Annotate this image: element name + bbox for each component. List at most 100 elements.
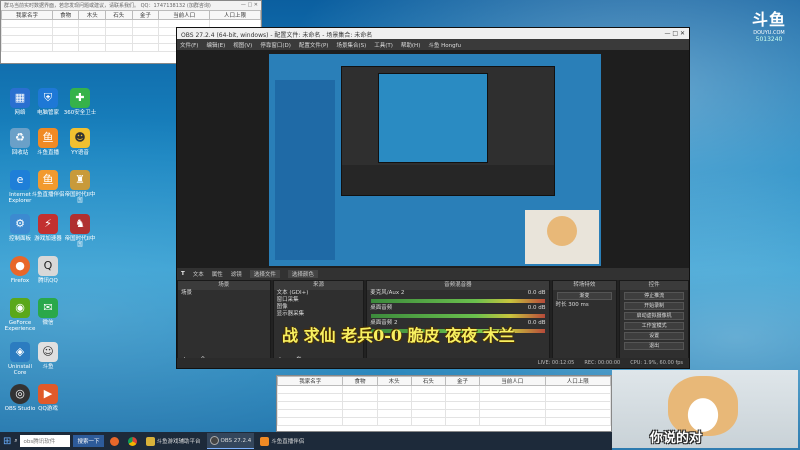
channel-name: 桌面音频 <box>370 305 393 311</box>
desktop-icon-aoe2[interactable]: ♞ 帝国时代II中国 <box>62 214 98 248</box>
spreadsheet-title: 群马当前实时数据界面，若您发现问题或建议，请联系我们。 QQ：174713813… <box>4 3 211 9</box>
taskbar-app-firefox[interactable] <box>107 433 122 449</box>
table-row[interactable] <box>276 409 611 418</box>
settings-button[interactable]: 设置 <box>624 332 684 340</box>
desktop-icon-yy[interactable]: ☻ YY语音 <box>62 128 98 156</box>
col-header: 我家名字 <box>276 376 344 386</box>
properties-button[interactable]: 属性 <box>212 270 223 278</box>
yy-icon: ☻ <box>70 128 90 148</box>
menu-item[interactable]: 工具(T) <box>374 41 393 49</box>
transition-select[interactable]: 渐变 <box>556 292 613 300</box>
aoe2-icon: ♞ <box>70 214 90 234</box>
windows-start-icon[interactable]: ⊞ <box>3 436 11 447</box>
desktop-icon-qqgame[interactable]: ▶ QQ游戏 <box>30 384 66 412</box>
scenes-dock: 场景 场景 + − ⌃ ⌄ <box>177 280 271 368</box>
obs-window[interactable]: OBS 27.2.4 (64-bit, windows) - 配置文件: 未命名… <box>176 27 690 369</box>
cpu-fps: CPU: 1.9%, 60.00 fps <box>630 360 683 366</box>
taskbar-app-game-helper[interactable]: 斗鱼游戏辅助平台 <box>143 433 204 449</box>
taskbar-app-obs[interactable]: OBS 27.2.4 <box>206 433 255 449</box>
360-icon: ✚ <box>70 88 90 108</box>
col-header: 我家名字 <box>1 10 53 20</box>
source-item[interactable]: 窗口采集 <box>274 297 364 304</box>
menu-item[interactable]: 配置文件(P) <box>299 41 329 49</box>
obs-title: OBS 27.2.4 (64-bit, windows) - 配置文件: 未命名… <box>181 32 373 39</box>
source-item[interactable]: 图像 <box>274 304 364 311</box>
desktop-icon-douyu-companion[interactable]: 鱼斗鱼直播伴侣 <box>30 170 66 198</box>
obs-preview[interactable] <box>177 50 689 268</box>
network-icon: ▦ <box>10 88 30 108</box>
desktop-icon-360[interactable]: ✚ 360安全卫士 <box>62 88 98 116</box>
nested-desktop-icons <box>275 80 335 260</box>
menu-item[interactable]: 视图(V) <box>233 41 252 49</box>
menu-item[interactable]: 停靠窗口(D) <box>260 41 291 49</box>
menu-item[interactable]: 文件(F) <box>180 41 198 49</box>
channel-name: 麦克风/Aux 2 <box>370 290 405 296</box>
preview-canvas <box>269 54 601 266</box>
transitions-title: 转场特效 <box>552 281 617 290</box>
taskbar-search-button[interactable]: 搜索一下 <box>73 435 104 447</box>
desktop-icon-wechat[interactable]: ✉ 微信 <box>30 298 66 326</box>
channel-db: 0.0 dB <box>527 290 546 296</box>
col-header: 木头 <box>376 376 412 386</box>
obs-title-bar[interactable]: OBS 27.2.4 (64-bit, windows) - 配置文件: 未命名… <box>177 28 689 39</box>
source-item[interactable]: 显示器采集 <box>274 311 364 318</box>
taskbar-search-icon[interactable]: ⌕ <box>14 438 17 445</box>
douyu-icon: 鱼 <box>38 128 58 148</box>
douyu-watermark: 斗鱼 DOUYU.COM 5013240 <box>742 6 796 43</box>
taskbar-app-douyu[interactable]: 斗鱼直播伴侣 <box>257 433 307 449</box>
window-controls[interactable]: — □ ✕ <box>241 2 258 9</box>
doge-meme-image: 你说的对 <box>612 370 798 448</box>
studio-mode-button[interactable]: 工作室模式 <box>624 322 684 330</box>
nested-docks <box>342 165 554 195</box>
volume-meter[interactable] <box>371 314 545 318</box>
duration-value[interactable]: 300 ms <box>568 302 588 308</box>
scene-item[interactable]: 场景 <box>178 290 270 297</box>
taskbar: ⊞ ⌕ obs腾讯软件 搜索一下 斗鱼游戏辅助平台 OBS 27.2.4 斗鱼直… <box>0 432 612 450</box>
table-row[interactable] <box>276 385 611 394</box>
menu-item[interactable]: 帮助(H) <box>401 41 420 49</box>
bottom-spreadsheet-window[interactable]: 我家名字 食物 木头 石头 金子 当前人口 人口上限 <box>276 375 612 432</box>
start-recording-button[interactable]: 开始录制 <box>624 302 684 310</box>
desktop-icon-douyu-app[interactable]: ☺ 斗鱼 <box>30 342 66 370</box>
col-header: 石头 <box>105 10 133 20</box>
choose-file-button[interactable]: 选择文件 <box>249 270 280 278</box>
menu-item[interactable]: 编辑(E) <box>206 41 225 49</box>
channel-db: 0.0 dB <box>527 320 546 326</box>
source-item[interactable]: 文本 (GDI+) <box>274 290 364 297</box>
spreadsheet-title-bar[interactable]: 群马当前实时数据界面，若您发现问题或建议，请联系我们。 QQ：174713813… <box>1 1 261 10</box>
douyu-icon <box>260 436 270 446</box>
filters-button[interactable]: 滤镜 <box>231 270 242 278</box>
mixer-channel: 桌面音频 0.0 dB <box>367 305 548 312</box>
recycle-icon: ♻ <box>10 128 30 148</box>
desktop-icon-aoe[interactable]: ♜ 帝国时代II中国 <box>62 170 98 204</box>
obs-icon <box>209 436 219 445</box>
table-row[interactable] <box>276 401 611 410</box>
volume-meter[interactable] <box>371 299 545 303</box>
table-row[interactable] <box>276 417 611 426</box>
menu-item[interactable]: 场景集合(S) <box>336 41 366 49</box>
stop-stream-button[interactable]: 停止推流 <box>624 292 684 300</box>
channel-db: 0.0 dB <box>527 305 546 311</box>
desktop-icon-pc-manager[interactable]: ⛨ 电脑管家 <box>30 88 66 116</box>
col-header: 当前人口 <box>479 376 546 386</box>
col-header: 金子 <box>131 10 160 20</box>
choose-color-button[interactable]: 选择颜色 <box>287 270 318 278</box>
desktop-icon-booster[interactable]: ⚡ 游戏加速器 <box>30 214 66 242</box>
bottom-sheet-table: 我家名字 食物 木头 石头 金子 当前人口 人口上限 <box>276 376 611 426</box>
taskbar-app-chrome[interactable] <box>125 433 140 449</box>
mixer-title: 音频混音器 <box>367 281 549 290</box>
desktop-icon-douyu[interactable]: 鱼斗鱼直播 <box>30 128 66 156</box>
taskbar-search-input[interactable]: obs腾讯软件 <box>20 435 71 447</box>
exit-button[interactable]: 退出 <box>624 342 684 350</box>
col-header: 石头 <box>410 376 446 386</box>
aoe-icon: ♜ <box>70 170 90 190</box>
col-header: 金子 <box>444 376 481 386</box>
rec-time: REC: 00:00:00 <box>584 360 621 366</box>
desktop-icon-qq[interactable]: Q 腾讯QQ <box>30 256 66 284</box>
menu-item[interactable]: 斗鱼 Hongfu <box>428 41 461 49</box>
virtual-camera-button[interactable]: 启动虚拟摄像机 <box>624 312 684 320</box>
window-controls[interactable]: — □ ✕ <box>664 30 685 37</box>
firefox-icon <box>109 436 119 446</box>
obs-icon: ◎ <box>10 384 30 404</box>
table-row[interactable] <box>276 393 611 402</box>
